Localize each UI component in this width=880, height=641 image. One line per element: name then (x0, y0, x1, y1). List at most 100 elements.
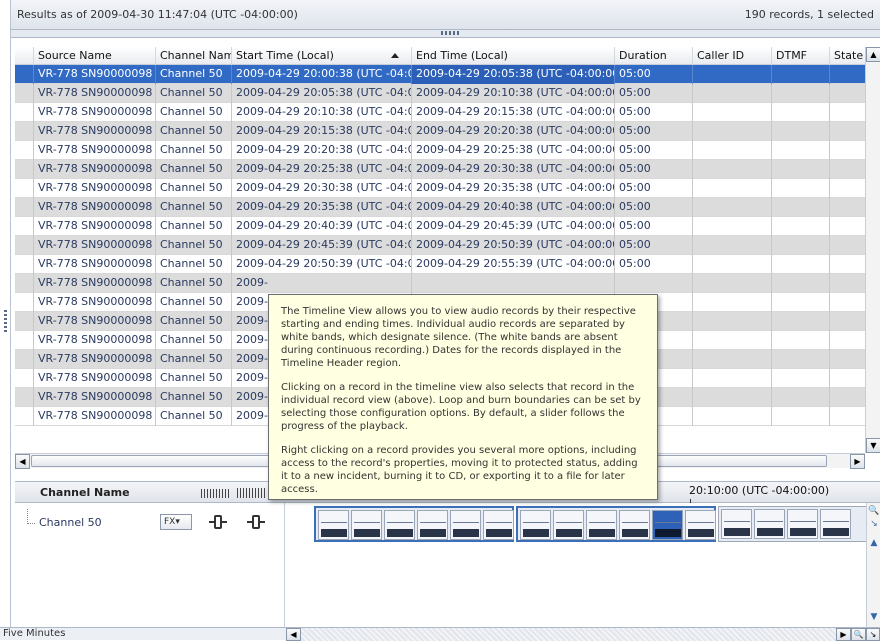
table-cell-channel[interactable]: Channel 50 (156, 312, 232, 331)
table-cell-channel[interactable]: Channel 50 (156, 65, 232, 84)
balance-slider-icon[interactable] (247, 515, 265, 529)
table-cell-start[interactable]: 2009- (232, 274, 412, 293)
table-cell-c7[interactable] (772, 236, 830, 255)
table-cell-source[interactable]: VR-778 SN90000098 (34, 65, 156, 84)
timeline-record-clip[interactable] (384, 510, 415, 540)
table-cell-channel[interactable]: Channel 50 (156, 198, 232, 217)
table-cell-source[interactable]: VR-778 SN90000098 (34, 255, 156, 274)
scroll-left-icon[interactable]: ◀ (286, 628, 301, 641)
column-header-start-time[interactable]: Start Time (Local) (232, 47, 412, 65)
table-cell-channel[interactable]: Channel 50 (156, 331, 232, 350)
timeline-record-clip[interactable] (820, 509, 851, 539)
table-cell-channel[interactable]: Channel 50 (156, 274, 232, 293)
table-cell-channel[interactable]: Channel 50 (156, 160, 232, 179)
table-cell-end[interactable]: 2009-04-29 20:45:39 (UTC -04:00:00) (412, 217, 615, 236)
table-cell-c6[interactable] (693, 65, 772, 84)
table-cell-c6[interactable] (693, 274, 772, 293)
table-cell-start[interactable]: 2009-04-29 20:45:39 (UTC -04:0... (232, 236, 412, 255)
zoom-icon[interactable]: 🔍 (851, 628, 866, 641)
table-cell-c8[interactable] (830, 312, 865, 331)
table-cell-end[interactable] (412, 274, 615, 293)
row-header-cell[interactable] (15, 407, 34, 426)
table-cell-start[interactable]: 2009-04-29 20:05:38 (UTC -04:0... (232, 84, 412, 103)
row-header-cell[interactable] (15, 122, 34, 141)
table-cell-c6[interactable] (693, 255, 772, 274)
column-header-source-name[interactable]: Source Name (34, 47, 156, 65)
splitter-grip-icon[interactable] (4, 310, 7, 332)
table-row[interactable]: VR-778 SN90000098 Channel 50 2009-04-29 20… (15, 84, 865, 103)
table-cell-c8[interactable] (830, 122, 865, 141)
table-cell-start[interactable]: 2009-04-29 20:35:38 (UTC -04:0... (232, 198, 412, 217)
table-cell-c7[interactable] (772, 331, 830, 350)
table-cell-c6[interactable] (693, 369, 772, 388)
table-row[interactable]: VR-778 SN90000098 Channel 50 2009-04-29 20… (15, 160, 865, 179)
table-cell-source[interactable]: VR-778 SN90000098 (34, 84, 156, 103)
table-cell-source[interactable]: VR-778 SN90000098 (34, 369, 156, 388)
table-cell-channel[interactable]: Channel 50 (156, 84, 232, 103)
table-cell-c8[interactable] (830, 84, 865, 103)
table-cell-duration[interactable]: 05:00 (615, 122, 693, 141)
table-cell-channel[interactable]: Channel 50 (156, 293, 232, 312)
table-cell-start[interactable]: 2009-04-29 20:15:38 (UTC -04:0... (232, 122, 412, 141)
table-cell-c6[interactable] (693, 312, 772, 331)
table-cell-c8[interactable] (830, 369, 865, 388)
timeline-vertical-scrollbar[interactable]: 🔍 ↘ ▲ ▼ (866, 503, 880, 627)
table-cell-channel[interactable]: Channel 50 (156, 141, 232, 160)
table-cell-c6[interactable] (693, 122, 772, 141)
table-cell-end[interactable]: 2009-04-29 20:10:38 (UTC -04:00:00) (412, 84, 615, 103)
table-cell-start[interactable]: 2009-04-29 20:40:39 (UTC -04:0... (232, 217, 412, 236)
table-cell-source[interactable]: VR-778 SN90000098 (34, 141, 156, 160)
table-cell-duration[interactable]: 05:00 (615, 65, 693, 84)
table-row[interactable]: VR-778 SN90000098 Channel 50 2009-04-29 20… (15, 217, 865, 236)
table-cell-c8[interactable] (830, 407, 865, 426)
timeline-record-group[interactable] (718, 506, 868, 542)
column-header-channel-name[interactable]: Channel Name (156, 47, 232, 65)
table-cell-channel[interactable]: Channel 50 (156, 217, 232, 236)
column-header-state[interactable]: State (830, 47, 865, 65)
table-row[interactable]: VR-778 SN90000098 Channel 50 2009-04-29 20… (15, 65, 865, 84)
table-cell-c6[interactable] (693, 350, 772, 369)
scroll-down-icon[interactable]: ▼ (866, 438, 880, 453)
timeline-record-clip[interactable] (318, 510, 349, 540)
table-cell-c7[interactable] (772, 179, 830, 198)
column-header-dtmf[interactable]: DTMF (772, 47, 830, 65)
zoom-out-icon[interactable]: ↘ (866, 628, 880, 641)
table-cell-c8[interactable] (830, 141, 865, 160)
timeline-record-clip[interactable] (417, 510, 448, 540)
table-cell-c8[interactable] (830, 293, 865, 312)
timeline-horizontal-scrollbar[interactable]: ◀ (286, 628, 836, 641)
table-cell-c7[interactable] (772, 407, 830, 426)
table-cell-source[interactable]: VR-778 SN90000098 (34, 331, 156, 350)
timeline-record-group[interactable] (314, 506, 514, 542)
table-cell-c8[interactable] (830, 255, 865, 274)
timeline-record-clip[interactable] (685, 510, 716, 540)
table-cell-channel[interactable]: Channel 50 (156, 350, 232, 369)
row-header-cell[interactable] (15, 255, 34, 274)
table-cell-end[interactable]: 2009-04-29 20:15:38 (UTC -04:00:00) (412, 103, 615, 122)
table-cell-channel[interactable]: Channel 50 (156, 103, 232, 122)
slider-knob[interactable] (252, 515, 260, 529)
scroll-right-icon[interactable]: ▶ (836, 628, 851, 641)
table-cell-c6[interactable] (693, 179, 772, 198)
table-cell-c6[interactable] (693, 160, 772, 179)
table-cell-start[interactable]: 2009-04-29 20:00:38 (UTC -04:0... (232, 65, 412, 84)
table-cell-c6[interactable] (693, 293, 772, 312)
row-header-cell[interactable] (15, 217, 34, 236)
zoom-in-icon[interactable]: 🔍 (867, 505, 880, 518)
table-cell-end[interactable]: 2009-04-29 20:30:38 (UTC -04:00:00) (412, 160, 615, 179)
table-cell-duration[interactable]: 05:00 (615, 217, 693, 236)
table-cell-c7[interactable] (772, 141, 830, 160)
table-cell-c6[interactable] (693, 407, 772, 426)
row-header-cell[interactable] (15, 179, 34, 198)
table-cell-start[interactable]: 2009-04-29 20:30:38 (UTC -04:0... (232, 179, 412, 198)
scroll-left-icon[interactable]: ◀ (15, 454, 30, 469)
table-cell-c8[interactable] (830, 65, 865, 84)
row-header-cell[interactable] (15, 65, 34, 84)
table-cell-c7[interactable] (772, 350, 830, 369)
timeline-record-clip[interactable] (450, 510, 481, 540)
row-header-cell[interactable] (15, 350, 34, 369)
table-cell-duration[interactable] (615, 274, 693, 293)
table-cell-c7[interactable] (772, 103, 830, 122)
table-cell-c6[interactable] (693, 198, 772, 217)
table-cell-source[interactable]: VR-778 SN90000098 (34, 160, 156, 179)
